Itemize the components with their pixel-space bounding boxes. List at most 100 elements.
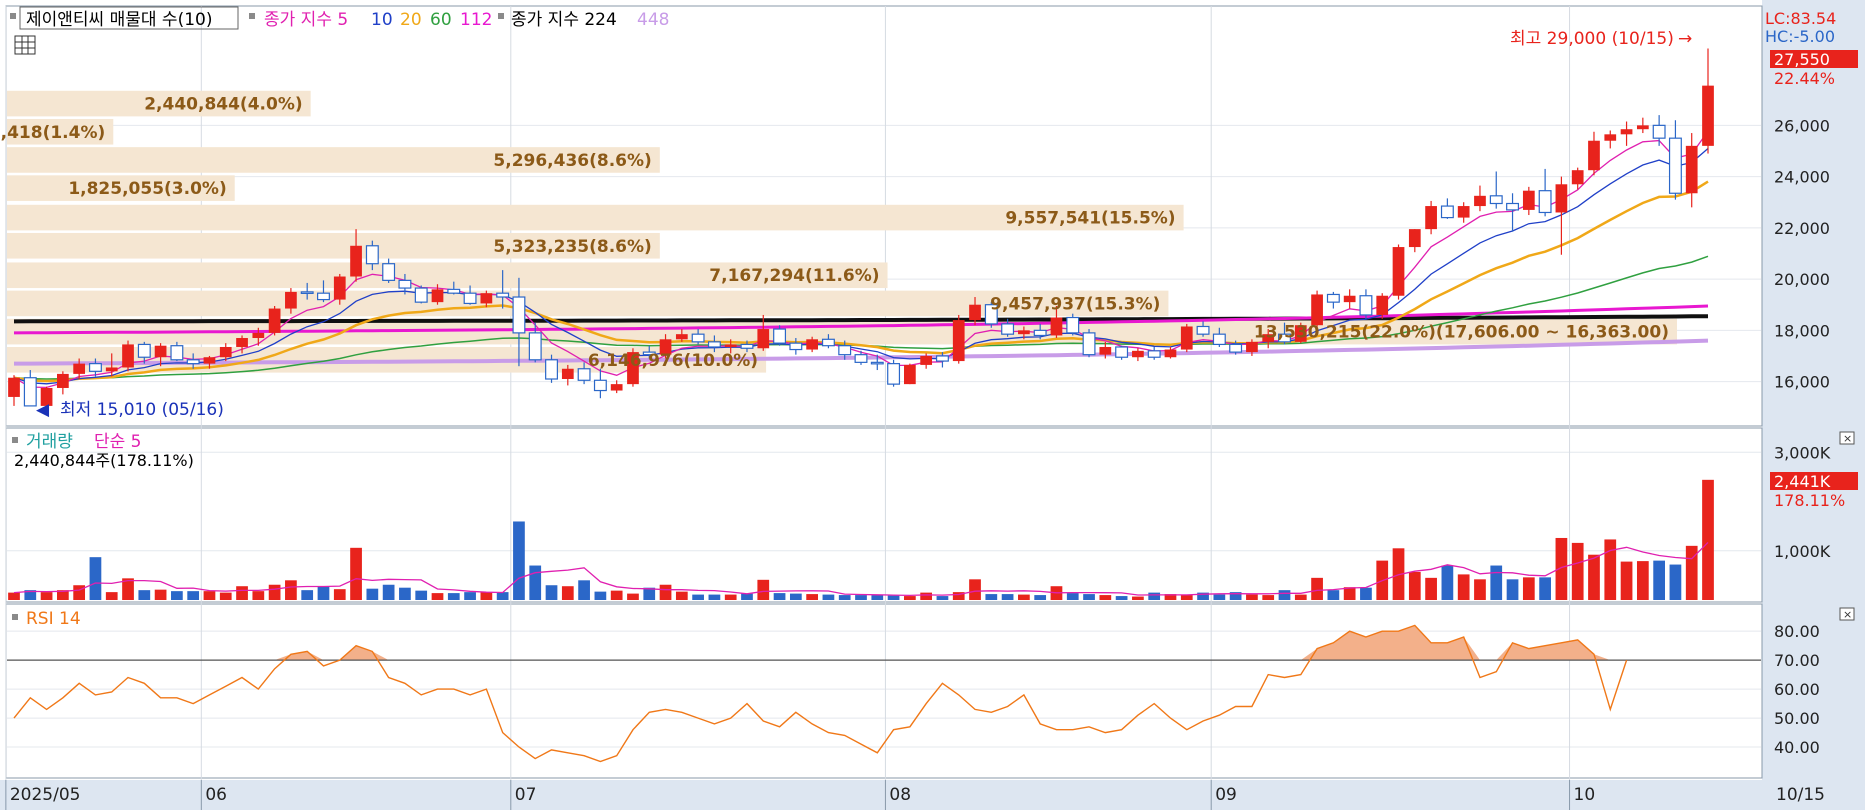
candle[interactable] xyxy=(887,359,901,387)
volume-bar[interactable] xyxy=(1539,577,1551,600)
volume-bar[interactable] xyxy=(73,585,86,600)
volume-ma-label[interactable]: 단순 5 xyxy=(94,432,142,452)
volume-bar[interactable] xyxy=(1066,593,1079,600)
rsi-title[interactable]: RSI 14 xyxy=(26,609,81,629)
volume-bar[interactable] xyxy=(594,591,607,600)
volume-bar[interactable] xyxy=(480,592,493,600)
volume-bar[interactable] xyxy=(855,595,867,600)
volume-bar[interactable] xyxy=(1294,594,1307,600)
volume-bar[interactable] xyxy=(252,591,265,600)
volume-bar[interactable] xyxy=(871,595,884,600)
close-icon[interactable]: × xyxy=(1839,607,1855,621)
volume-bar[interactable] xyxy=(236,586,248,600)
volume-bar[interactable] xyxy=(1620,561,1633,600)
volume-bar[interactable] xyxy=(1653,560,1665,600)
candle[interactable] xyxy=(1066,313,1080,336)
volume-bar[interactable] xyxy=(138,590,151,600)
candle[interactable] xyxy=(1115,345,1129,360)
volume-bar[interactable] xyxy=(904,596,916,600)
volume-bar[interactable] xyxy=(1148,592,1161,600)
volume-bar[interactable] xyxy=(789,593,802,600)
legend-vp-label[interactable]: 제이앤티씨 매물대 수(10) xyxy=(26,10,212,30)
volume-bar[interactable] xyxy=(366,588,379,600)
volume-bar[interactable] xyxy=(1001,594,1014,600)
close-icon[interactable]: × xyxy=(1839,431,1855,445)
volume-bar[interactable] xyxy=(610,590,623,600)
volume-bar[interactable] xyxy=(920,592,933,600)
volume-bar[interactable] xyxy=(301,590,314,600)
volume-bar[interactable] xyxy=(936,596,949,600)
volume-bar[interactable] xyxy=(464,592,476,600)
volume-bar[interactable] xyxy=(969,579,981,600)
candle[interactable] xyxy=(952,314,965,364)
volume-bar[interactable] xyxy=(171,591,183,600)
candle[interactable] xyxy=(1392,244,1405,300)
legend-ma224[interactable]: 종가 지수 224 xyxy=(511,10,617,30)
volume-bar[interactable] xyxy=(1327,590,1340,600)
volume-bar[interactable] xyxy=(1636,561,1649,600)
volume-bar[interactable] xyxy=(219,592,232,600)
candle[interactable] xyxy=(1376,293,1389,319)
volume-bar[interactable] xyxy=(887,595,900,600)
volume-bar[interactable] xyxy=(333,589,346,600)
volume-bar[interactable] xyxy=(1588,554,1600,600)
volume-bar[interactable] xyxy=(1506,579,1519,600)
volume-bar[interactable] xyxy=(317,586,330,600)
volume-bar[interactable] xyxy=(1669,564,1682,600)
volume-bar[interactable] xyxy=(285,580,297,600)
volume-bar[interactable] xyxy=(773,593,786,600)
volume-bar[interactable] xyxy=(724,594,737,600)
volume-bar[interactable] xyxy=(1425,577,1437,600)
volume-bar[interactable] xyxy=(1278,590,1291,600)
volume-bar[interactable] xyxy=(1571,542,1584,600)
volume-bar[interactable] xyxy=(203,591,216,600)
volume-bar[interactable] xyxy=(105,592,118,600)
volume-bar[interactable] xyxy=(708,594,721,600)
volume-bar[interactable] xyxy=(627,593,639,600)
volume-bar[interactable] xyxy=(447,593,460,600)
volume-bar[interactable] xyxy=(89,557,102,600)
volume-bar[interactable] xyxy=(578,580,590,600)
legend-ma10[interactable]: 10 xyxy=(371,10,393,30)
candle[interactable] xyxy=(122,340,134,372)
volume-bar[interactable] xyxy=(1360,587,1372,600)
volume-bar[interactable] xyxy=(154,589,167,600)
volume-bar[interactable] xyxy=(1213,594,1226,600)
volume-bar[interactable] xyxy=(675,591,688,600)
volume-bar[interactable] xyxy=(1522,577,1535,600)
volume-bar[interactable] xyxy=(1311,577,1323,600)
volume-bar[interactable] xyxy=(1441,565,1454,600)
legend-ma5[interactable]: 종가 지수 5 xyxy=(264,10,348,30)
volume-bar[interactable] xyxy=(1132,596,1144,600)
volume-bar[interactable] xyxy=(513,521,525,600)
volume-bar[interactable] xyxy=(40,592,53,600)
volume-bar[interactable] xyxy=(838,595,851,600)
volume-bar[interactable] xyxy=(1018,594,1030,600)
volume-bar[interactable] xyxy=(529,565,542,600)
volume-bar[interactable] xyxy=(350,547,362,600)
volume-title[interactable]: 거래량 xyxy=(26,432,73,452)
volume-bar[interactable] xyxy=(431,593,444,600)
volume-bar[interactable] xyxy=(1474,579,1486,600)
volume-bar[interactable] xyxy=(8,592,20,600)
volume-bar[interactable] xyxy=(822,594,835,600)
volume-bar[interactable] xyxy=(268,584,281,600)
candle[interactable] xyxy=(268,305,281,336)
volume-bar[interactable] xyxy=(741,593,753,600)
candle[interactable] xyxy=(1082,329,1096,358)
volume-bar[interactable] xyxy=(692,594,704,600)
volume-bar[interactable] xyxy=(1180,595,1193,600)
candle[interactable] xyxy=(414,285,428,304)
legend-ma60[interactable]: 60 xyxy=(430,10,452,30)
candle[interactable] xyxy=(1180,323,1193,353)
legend-ma20[interactable]: 20 xyxy=(400,10,422,30)
volume-bar[interactable] xyxy=(757,579,770,600)
table-icon[interactable] xyxy=(14,35,36,55)
volume-bar[interactable] xyxy=(399,587,411,600)
volume-bar[interactable] xyxy=(1246,594,1258,600)
volume-bar[interactable] xyxy=(382,584,395,600)
volume-bar[interactable] xyxy=(415,590,428,600)
volume-bar[interactable] xyxy=(545,585,558,600)
volume-bar[interactable] xyxy=(985,594,998,600)
volume-bar[interactable] xyxy=(1457,574,1470,600)
